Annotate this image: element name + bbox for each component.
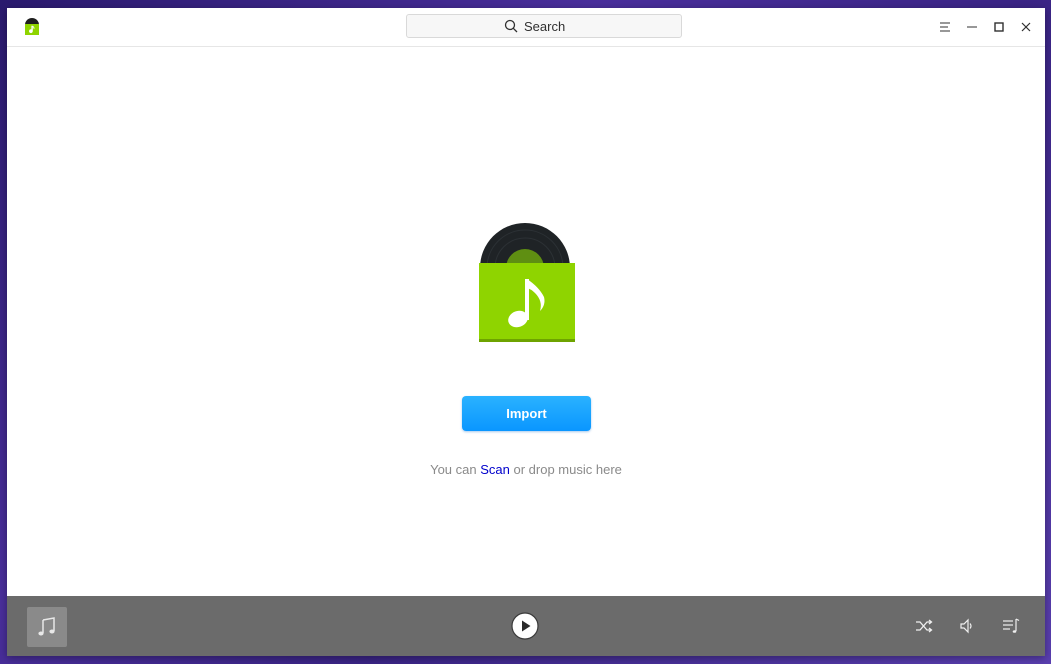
menu-icon — [940, 22, 950, 32]
minimize-button[interactable] — [961, 16, 983, 38]
minimize-icon — [967, 26, 977, 28]
playlist-icon — [1003, 618, 1020, 633]
drop-hint: You can Scan or drop music here — [7, 462, 1045, 477]
volume-icon — [960, 618, 972, 634]
music-app-window: Import You can Scan or drop music here — [7, 8, 1045, 656]
playlist-button[interactable] — [1001, 616, 1021, 636]
titlebar — [7, 8, 1045, 47]
scan-link[interactable]: Scan — [480, 462, 510, 477]
close-icon — [1021, 22, 1031, 32]
volume-button[interactable] — [957, 616, 977, 636]
import-button[interactable]: Import — [462, 396, 591, 431]
search-icon — [504, 19, 518, 33]
search-box[interactable] — [406, 14, 682, 38]
current-cover-button[interactable] — [27, 607, 67, 647]
main-content: Import You can Scan or drop music here — [7, 47, 1045, 596]
hint-suffix: or drop music here — [513, 462, 622, 477]
music-note-icon — [38, 617, 55, 636]
close-button[interactable] — [1015, 16, 1037, 38]
maximize-button[interactable] — [988, 16, 1010, 38]
menu-button[interactable] — [934, 16, 956, 38]
maximize-icon — [994, 22, 1004, 32]
play-icon[interactable] — [511, 612, 539, 640]
shuffle-icon — [916, 619, 933, 633]
album-art-icon — [479, 223, 575, 342]
app-logo-icon — [25, 18, 39, 35]
player-bar — [7, 596, 1045, 656]
hint-prefix: You can — [430, 462, 477, 477]
shuffle-button[interactable] — [914, 616, 934, 636]
search-input[interactable] — [524, 18, 584, 34]
